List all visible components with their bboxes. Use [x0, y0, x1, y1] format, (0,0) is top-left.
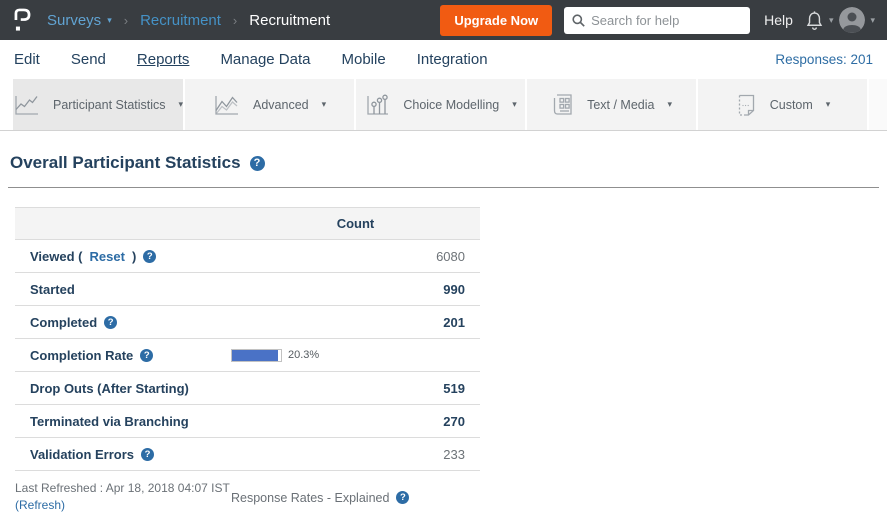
breadcrumb-separator: ›	[124, 13, 128, 28]
row-label: Viewed ( Reset ) ?	[30, 249, 156, 264]
upgrade-now-button[interactable]: Upgrade Now	[440, 5, 552, 36]
row-label: Terminated via Branching	[30, 414, 189, 429]
help-link[interactable]: Help	[764, 12, 793, 28]
tab-advanced[interactable]: Advanced ▾	[185, 79, 356, 130]
help-icon[interactable]: ?	[141, 448, 154, 461]
row-label: Drop Outs (After Starting)	[30, 381, 189, 396]
bell-icon	[805, 10, 824, 31]
refresh-link[interactable]: (Refresh)	[15, 498, 65, 512]
reset-link[interactable]: Reset	[90, 249, 125, 264]
chevron-down-icon: ▾	[667, 100, 672, 109]
progress-fill	[232, 350, 278, 361]
row-value: 201	[443, 315, 465, 330]
row-value: 233	[443, 447, 465, 462]
chevron-down-icon: ▾	[826, 100, 831, 109]
row-label: Completed ?	[30, 315, 117, 330]
tab-label: Advanced	[253, 98, 309, 112]
tab-label: Choice Modelling	[403, 98, 499, 112]
table-row-terminated: Terminated via Branching 270	[15, 405, 480, 438]
tab-label: Participant Statistics	[53, 98, 166, 112]
table-row-completion-rate: Completion Rate ? 20.3%	[15, 339, 480, 372]
count-column-header: Count	[231, 216, 480, 231]
completion-rate-bar: 20.3%	[231, 339, 319, 371]
tab-text-media[interactable]: Text / Media ▾	[527, 79, 698, 130]
report-content: Overall Participant Statistics ? Count V…	[0, 153, 887, 514]
row-label: Validation Errors ?	[30, 447, 154, 462]
line-chart-icon	[13, 93, 40, 117]
breadcrumb-surveys-label: Surveys	[47, 12, 101, 29]
tab-label: Text / Media	[587, 98, 654, 112]
multi-line-chart-icon	[213, 93, 240, 117]
completion-rate-value: 20.3%	[288, 349, 319, 361]
chevron-down-icon: ▾	[512, 100, 517, 109]
tab-choice-modelling[interactable]: Choice Modelling ▾	[356, 79, 527, 130]
row-value: 519	[443, 381, 465, 396]
row-value: 6080	[436, 249, 465, 264]
table-row-drop-outs: Drop Outs (After Starting) 519	[15, 372, 480, 405]
tab-bar-filler	[869, 79, 887, 130]
breadcrumb-separator: ›	[233, 13, 237, 28]
survey-nav: Edit Send Reports Manage Data Mobile Int…	[0, 40, 887, 79]
nav-item-integration[interactable]: Integration	[417, 51, 488, 68]
breadcrumb-current: Recruitment	[249, 12, 330, 29]
chevron-down-icon: ▾	[107, 16, 112, 25]
breadcrumb-surveys-dropdown[interactable]: Surveys ▾	[47, 12, 112, 29]
top-bar: Surveys ▾ › Recruitment › Recruitment Up…	[0, 0, 887, 40]
help-icon[interactable]: ?	[396, 491, 409, 504]
notifications-dropdown[interactable]: ▾	[805, 10, 834, 31]
chevron-down-icon: ▾	[870, 15, 875, 26]
custom-page-icon	[735, 92, 757, 117]
help-icon[interactable]: ?	[104, 316, 117, 329]
nav-item-send[interactable]: Send	[71, 51, 106, 68]
row-label: Started	[30, 282, 75, 297]
nav-item-reports[interactable]: Reports	[137, 51, 190, 68]
table-row-viewed: Viewed ( Reset ) ? 6080	[15, 240, 480, 273]
report-tab-bar: Participant Statistics ▾ Advanced ▾	[0, 79, 887, 131]
tab-custom[interactable]: Custom ▾	[698, 79, 869, 130]
nav-item-mobile[interactable]: Mobile	[342, 51, 386, 68]
lollipop-chart-icon	[364, 93, 390, 117]
search-icon	[572, 14, 585, 27]
tab-label: Custom	[770, 98, 813, 112]
table-row-validation-errors: Validation Errors ? 233	[15, 438, 480, 471]
row-label: Completion Rate ?	[30, 348, 153, 363]
help-icon[interactable]: ?	[143, 250, 156, 263]
table-row-completed: Completed ? 201	[15, 306, 480, 339]
nav-item-manage-data[interactable]: Manage Data	[220, 51, 310, 68]
last-refreshed: Last Refreshed : Apr 18, 2018 04:07 IST …	[15, 480, 231, 514]
help-icon[interactable]: ?	[140, 349, 153, 362]
questionpro-logo-icon[interactable]	[12, 6, 33, 34]
avatar	[839, 7, 865, 33]
responses-count[interactable]: Responses: 201	[775, 52, 873, 67]
search-input[interactable]	[591, 13, 742, 28]
page-title: Overall Participant Statistics	[10, 153, 241, 173]
divider	[8, 187, 879, 188]
help-search-box[interactable]	[564, 7, 750, 34]
table-header-row: Count	[15, 207, 480, 240]
chevron-down-icon: ▾	[179, 100, 184, 109]
nav-item-edit[interactable]: Edit	[14, 51, 40, 68]
chevron-down-icon: ▾	[322, 100, 327, 109]
tab-participant-statistics[interactable]: Participant Statistics ▾	[13, 79, 185, 130]
newspaper-icon	[551, 92, 574, 117]
participant-statistics-table: Count Viewed ( Reset ) ? 6080 Started 99…	[15, 207, 480, 471]
row-value: 990	[443, 282, 465, 297]
chevron-down-icon: ▾	[829, 15, 834, 26]
table-footer: Last Refreshed : Apr 18, 2018 04:07 IST …	[15, 480, 480, 514]
response-rates-explained: Response Rates - Explained ?	[231, 481, 409, 514]
progress-track	[231, 349, 282, 362]
breadcrumb-parent-link[interactable]: Recruitment	[140, 12, 221, 29]
table-row-started: Started 990	[15, 273, 480, 306]
account-dropdown[interactable]: ▾	[839, 7, 875, 33]
breadcrumb: Surveys ▾ › Recruitment › Recruitment	[39, 12, 330, 29]
help-icon[interactable]: ?	[250, 156, 265, 171]
row-value: 270	[443, 414, 465, 429]
